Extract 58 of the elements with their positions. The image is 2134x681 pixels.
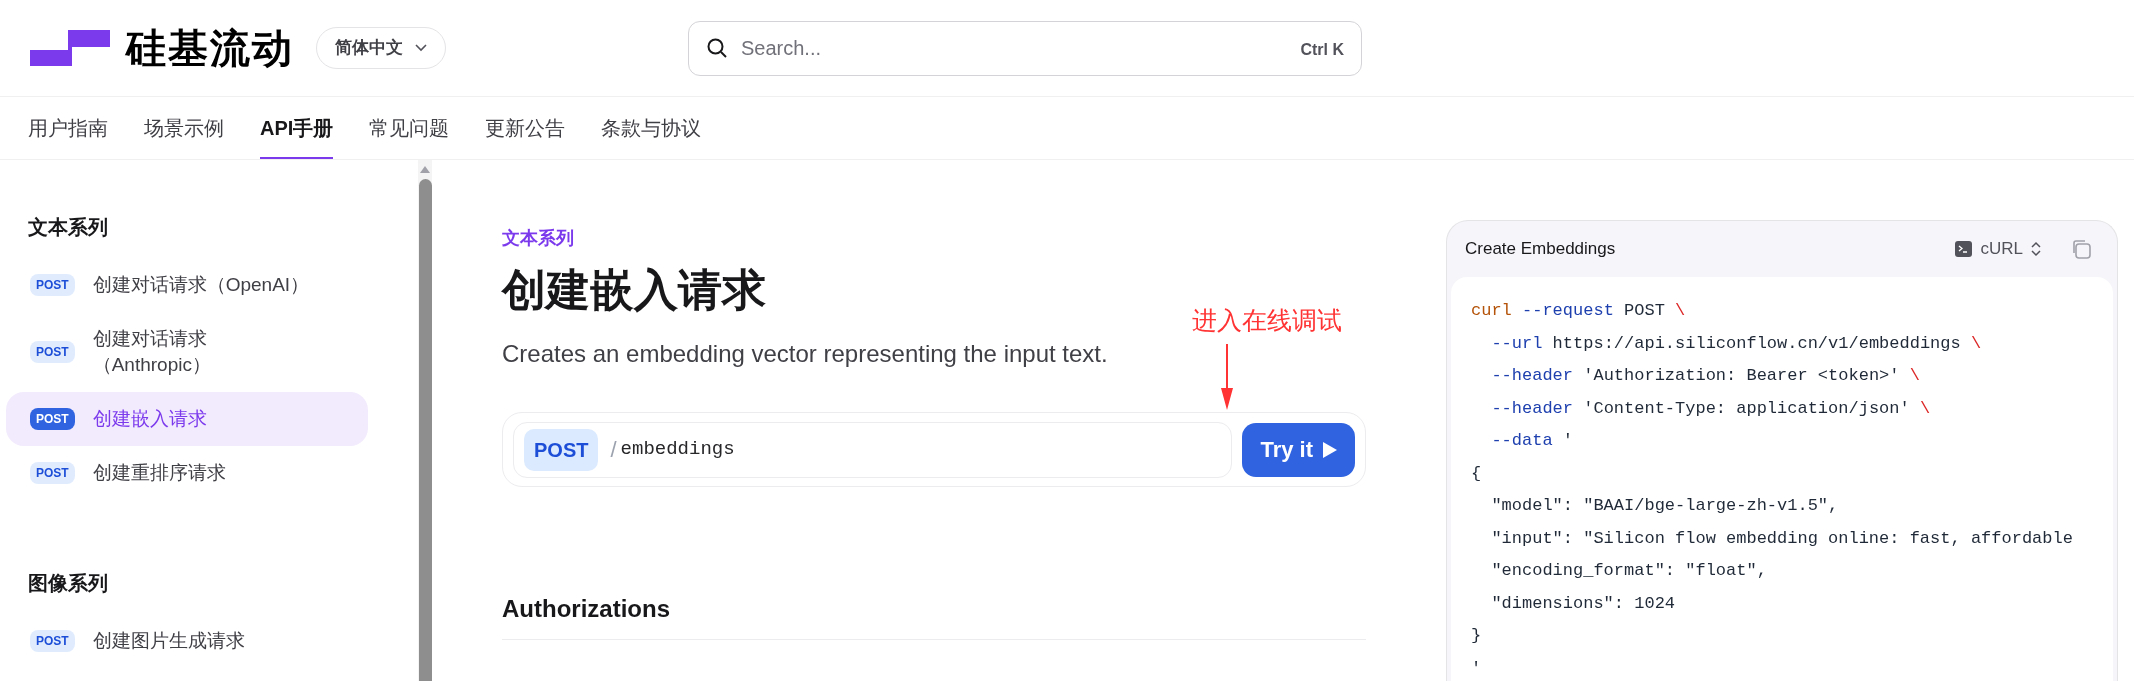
search-icon (706, 36, 728, 59)
nav-tab[interactable]: API手册 (260, 97, 334, 159)
page-title: 创建嵌入请求 (502, 264, 767, 316)
chevron-up-down-icon (2031, 241, 2041, 257)
method-badge: POST (524, 428, 599, 471)
code-panel-title: Create Embeddings (1465, 238, 1616, 261)
sidebar-item-label: 创建重排序请求 (92, 461, 227, 485)
sidebar-item-label: 创建嵌入请求 (92, 407, 208, 431)
code-line: "input": "Silicon flow embedding online: fast, affordable (1490, 527, 2073, 550)
sidebar-item-label: 创建图片生成请求 (92, 629, 246, 653)
brand-name: 硅基流动 (126, 25, 294, 72)
path-separator: / (610, 436, 617, 464)
section-heading: Authorizations (502, 591, 1366, 640)
nav-tab[interactable]: 条款与协议 (601, 97, 702, 159)
scroll-up-icon[interactable] (420, 166, 430, 173)
chevron-down-icon (415, 44, 427, 52)
sidebar-item-label: 创建对话请求（Anthropic） (92, 327, 212, 377)
code-line: --header 'Authorization: Bearer <token>' \ (1490, 365, 1920, 387)
scrollbar[interactable] (418, 160, 432, 681)
sidebar-item-label: 创建对话请求（OpenAI） (92, 273, 311, 297)
code-line: --data ' (1490, 430, 1574, 452)
sidebar-heading: 文本系列 (27, 215, 108, 240)
method-badge: POST (30, 630, 75, 652)
nav-tab[interactable]: 常见问题 (369, 97, 450, 159)
nav-tab[interactable]: 用户指南 (28, 97, 108, 159)
annotation-arrow (1220, 344, 1234, 410)
sidebar-heading: 图像系列 (27, 571, 108, 596)
code-line: --url https://api.siliconflow.cn/v1/embeddings \ (1490, 332, 1982, 355)
sidebar-item[interactable]: POST 创建图片生成请求 (6, 614, 368, 668)
code-line: "encoding_format": "float", (1490, 560, 1767, 582)
play-icon (1323, 441, 1337, 458)
code-line: curl --request POST \ (1471, 300, 1686, 322)
code-line: "model": "BAAI/bge-large-zh-v1.5", (1490, 495, 1839, 517)
nav-tab[interactable]: 更新公告 (485, 97, 566, 159)
endpoint-path: embeddings (620, 437, 735, 463)
sidebar-item[interactable]: POST 创建对话请求（Anthropic） (6, 312, 368, 392)
code-line: } (1471, 625, 1482, 647)
method-badge: POST (30, 462, 75, 484)
code-line: --header 'Content-Type: application/json' \ (1490, 397, 1931, 420)
method-badge: POST (30, 341, 75, 363)
try-it-button[interactable]: Try it (1242, 422, 1355, 477)
copy-icon[interactable] (2071, 239, 2091, 259)
page-description: Creates an embedding vector representing the input text. (502, 339, 1109, 369)
code-line: ' (1471, 657, 1482, 680)
method-badge: POST (30, 274, 75, 296)
nav-tab[interactable]: 场景示例 (144, 97, 224, 159)
code-line: "dimensions": 1024 (1490, 592, 1676, 615)
code-line: { (1471, 462, 1482, 485)
annotation-text: 进入在线调试 (1192, 305, 1342, 336)
method-badge: POST (30, 408, 75, 430)
terminal-icon (1955, 241, 1973, 257)
shortcut-hint: Ctrl K (1300, 39, 1344, 60)
sidebar-item[interactable]: POST 创建对话请求（OpenAI） (6, 258, 368, 312)
logo-icon (28, 28, 112, 68)
sidebar-item[interactable]: POST 创建重排序请求 (6, 446, 368, 500)
language-selector[interactable]: cURL (1955, 236, 2041, 262)
sidebar-item[interactable]: POST 创建嵌入请求 (6, 392, 368, 446)
breadcrumb: 文本系列 (502, 227, 575, 250)
